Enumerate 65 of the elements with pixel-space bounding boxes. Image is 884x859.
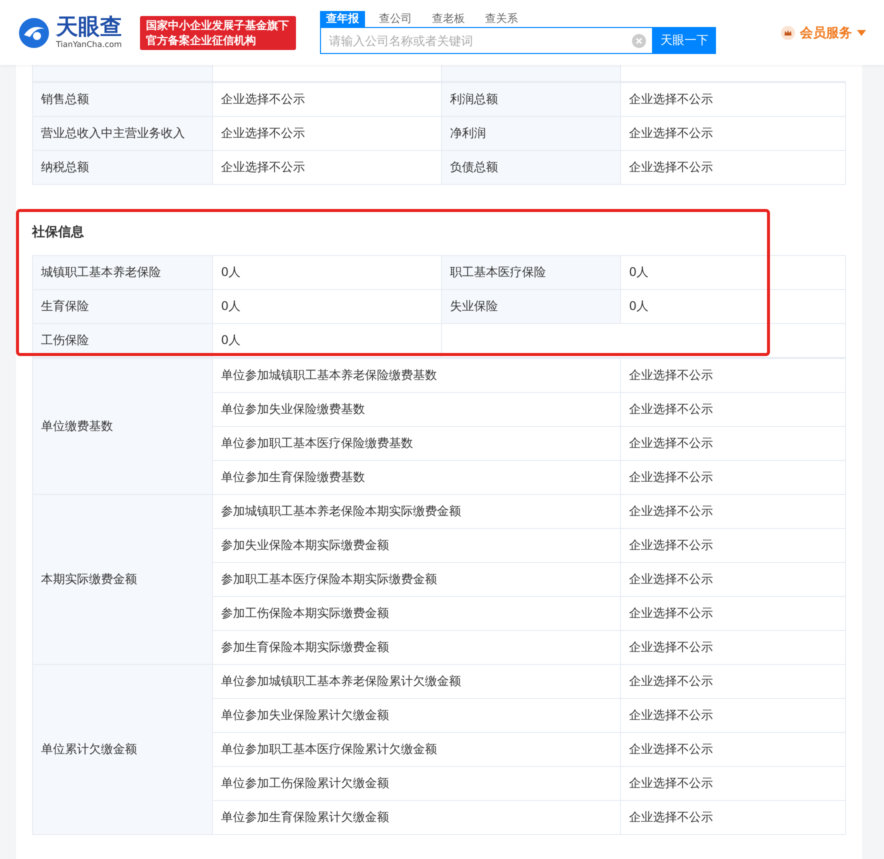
search-button[interactable]: 天眼一下 xyxy=(653,27,716,54)
field-label: 参加失业保险本期实际缴费金额 xyxy=(212,528,620,562)
field-label: 单位参加城镇职工基本养老保险累计欠缴金额 xyxy=(212,664,620,698)
field-label: 单位参加职工基本医疗保险累计欠缴金额 xyxy=(212,732,620,766)
certification-banner: 国家中小企业发展子基金旗下 官方备案企业征信机构 xyxy=(140,16,296,50)
field-value: 0人 xyxy=(212,256,442,290)
field-label: 参加工伤保险本期实际缴费金额 xyxy=(212,596,620,630)
field-label: 单位参加生育保险累计欠缴金额 xyxy=(212,800,620,834)
field-value: 企业选择不公示 xyxy=(620,732,846,766)
field-value: 企业选择不公示 xyxy=(620,630,846,664)
field-value: 企业选择不公示 xyxy=(620,426,846,460)
field-value: 企业选择不公示 xyxy=(620,116,846,150)
field-value: 企业选择不公示 xyxy=(620,82,846,116)
field-value: 企业选择不公示 xyxy=(620,392,846,426)
field-label: 生育保险 xyxy=(32,290,212,324)
field-label: 职工基本医疗保险 xyxy=(442,256,620,290)
field-value: 企业选择不公示 xyxy=(212,116,442,150)
field-label: 单位参加失业保险累计欠缴金额 xyxy=(212,698,620,732)
field-label: 营业总收入中主营业务收入 xyxy=(32,116,212,150)
section-title: 社保信息 xyxy=(32,224,85,242)
field-label: 单位参加工伤保险累计欠缴金额 xyxy=(212,766,620,800)
search-field[interactable]: 请输入公司名称或者关键词 xyxy=(320,27,653,54)
field-value: 企业选择不公示 xyxy=(620,494,846,528)
field-value: 企业选择不公示 xyxy=(620,766,846,800)
brand-name: 天眼查 xyxy=(56,16,122,40)
field-label: 纳税总额 xyxy=(32,150,212,184)
field-value: 企业选择不公示 xyxy=(620,698,846,732)
field-value: 企业选择不公示 xyxy=(212,82,442,116)
field-label: 单位参加城镇职工基本养老保险缴费基数 xyxy=(212,358,620,392)
field-label: 负债总额 xyxy=(442,150,620,184)
field-label: 参加城镇职工基本养老保险本期实际缴费金额 xyxy=(212,494,620,528)
field-label: 单位参加失业保险缴费基数 xyxy=(212,392,620,426)
field-value: 企业选择不公示 xyxy=(620,460,846,494)
field-label: 利润总额 xyxy=(442,82,620,116)
search-tab[interactable]: 查年报 xyxy=(320,11,365,27)
search-tab[interactable]: 查公司 xyxy=(373,11,418,27)
field-label: 单位参加职工基本医疗保险缴费基数 xyxy=(212,426,620,460)
group-label: 单位累计欠缴金额 xyxy=(32,664,212,834)
clear-icon[interactable] xyxy=(632,34,646,48)
search-tab[interactable]: 查关系 xyxy=(479,11,524,27)
field-value: 0人 xyxy=(212,290,442,324)
field-value: 企业选择不公示 xyxy=(620,528,846,562)
field-label: 净利润 xyxy=(442,116,620,150)
field-label: 销售总额 xyxy=(32,82,212,116)
field-value: 0人 xyxy=(620,290,846,324)
field-value: 0人 xyxy=(620,256,846,290)
field-value: 企业选择不公示 xyxy=(212,150,442,184)
field-label: 单位参加生育保险缴费基数 xyxy=(212,460,620,494)
group-label: 单位缴费基数 xyxy=(32,358,212,494)
field-label: 失业保险 xyxy=(442,290,620,324)
eye-logo-icon xyxy=(18,16,50,48)
field-value: 企业选择不公示 xyxy=(620,150,846,184)
field-value: 企业选择不公示 xyxy=(620,596,846,630)
field-label: 城镇职工基本养老保险 xyxy=(32,256,212,290)
field-value: 企业选择不公示 xyxy=(620,562,846,596)
field-value: 企业选择不公示 xyxy=(620,800,846,834)
brand-domain: TianYanCha.com xyxy=(56,40,122,50)
group-label: 本期实际缴费金额 xyxy=(32,494,212,664)
caret-icon xyxy=(857,30,866,36)
field-label: 参加职工基本医疗保险本期实际缴费金额 xyxy=(212,562,620,596)
search-tab[interactable]: 查老板 xyxy=(426,11,471,27)
crown-icon xyxy=(781,26,795,40)
field-label: 参加生育保险本期实际缴费金额 xyxy=(212,630,620,664)
field-value: 企业选择不公示 xyxy=(620,358,846,392)
field-value: 企业选择不公示 xyxy=(620,664,846,698)
